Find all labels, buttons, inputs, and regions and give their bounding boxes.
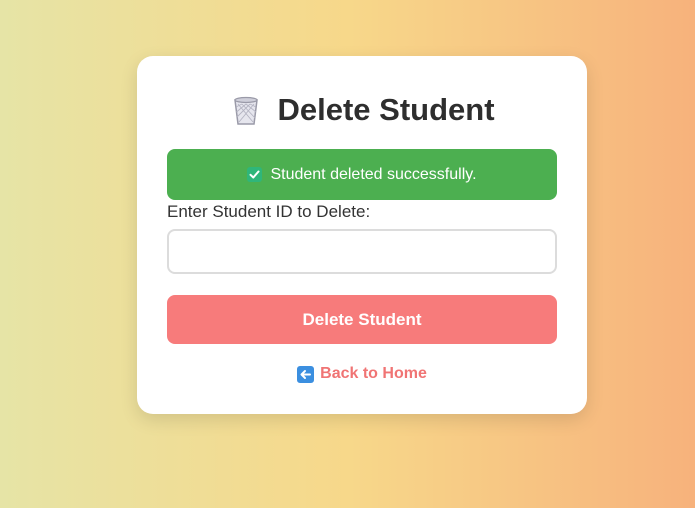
back-to-home-link[interactable]: Back to Home: [137, 365, 587, 383]
title-row: Delete Student: [137, 90, 587, 130]
student-id-label: Enter Student ID to Delete:: [167, 202, 371, 221]
success-alert: Student deleted successfully.: [167, 149, 557, 200]
student-id-input[interactable]: [167, 229, 557, 274]
alert-message: Student deleted successfully.: [270, 165, 477, 183]
back-link-label: Back to Home: [320, 365, 427, 382]
delete-student-button[interactable]: Delete Student: [167, 295, 557, 344]
wastebasket-icon: [229, 93, 263, 127]
left-arrow-icon: [297, 365, 315, 383]
delete-student-card: Delete Student Student deleted successfu…: [137, 56, 587, 414]
check-mark-icon: [247, 167, 263, 182]
page-title: Delete Student: [277, 92, 495, 127]
